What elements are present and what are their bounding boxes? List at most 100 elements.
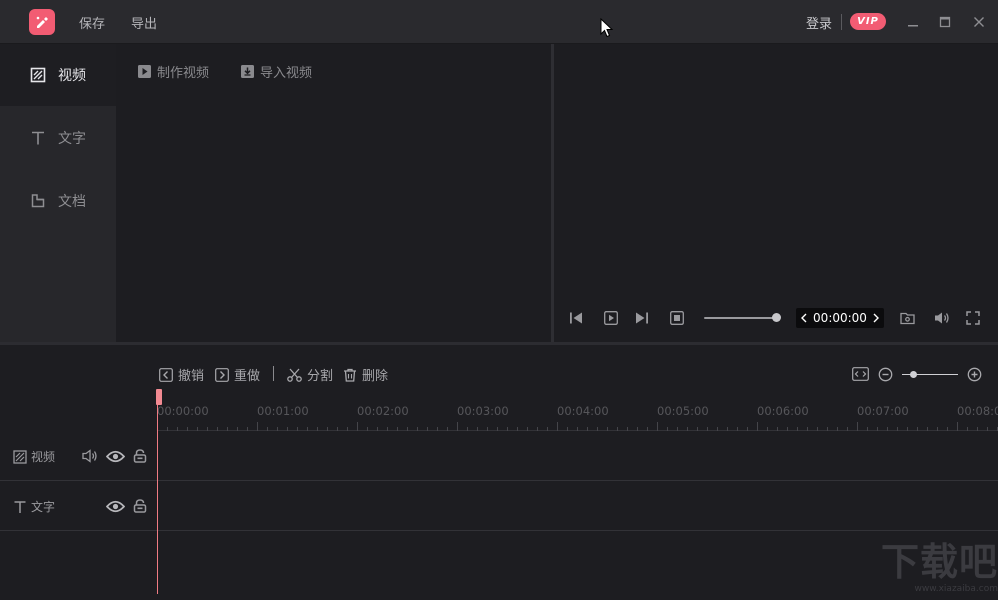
vip-badge[interactable]: VIP: [850, 13, 886, 30]
volume-button[interactable]: [933, 309, 951, 327]
track-label-video: 视频: [13, 448, 55, 465]
playback-progress-handle[interactable]: [772, 313, 781, 322]
eye-icon: [105, 500, 125, 512]
skip-forward-button[interactable]: [633, 309, 651, 327]
undo-icon: [159, 367, 173, 382]
import-icon: [241, 65, 254, 78]
timecode-text: 00:00:00: [813, 311, 867, 325]
skip-back-button[interactable]: [567, 309, 585, 327]
zoom-in-icon: [967, 367, 981, 381]
stop-button[interactable]: [668, 309, 686, 327]
toolbar-divider: [273, 366, 274, 381]
maximize-icon: [939, 16, 951, 28]
delete-label: 删除: [362, 369, 389, 384]
volume-icon: [935, 312, 949, 324]
make-video-label: 制作视频: [157, 66, 210, 81]
folder-icon: [899, 312, 915, 325]
chevron-right-icon[interactable]: [872, 313, 880, 323]
document-icon: [31, 194, 45, 208]
maximize-button[interactable]: [935, 12, 955, 32]
ruler-tick-label: 00:00:00: [157, 404, 209, 418]
playback-progress-bar[interactable]: [704, 317, 776, 319]
trash-icon: [344, 368, 356, 382]
media-panel: [116, 44, 551, 342]
ruler-tick-label: 00:07:00: [857, 404, 909, 418]
watermark-url: www.xiazaiba.com: [914, 584, 998, 594]
split-button[interactable]: 分割: [287, 365, 333, 384]
login-link[interactable]: 登录: [806, 13, 832, 32]
timecode-display: 00:00:00: [796, 308, 884, 328]
minimize-button[interactable]: [903, 12, 923, 32]
text-track-icon: [14, 500, 26, 513]
playhead-handle[interactable]: [156, 389, 162, 405]
unlock-icon: [133, 499, 147, 513]
split-label: 分割: [307, 369, 334, 384]
track-lock-button[interactable]: [131, 497, 149, 515]
unlock-icon: [133, 449, 147, 463]
undo-label: 撤销: [178, 369, 205, 384]
sidebar-item-label: 文字: [58, 131, 86, 147]
preview-panel: [554, 44, 998, 342]
stop-icon: [670, 311, 684, 325]
track-name: 视频: [31, 450, 56, 464]
make-video-button[interactable]: 制作视频: [138, 62, 209, 81]
skip-back-icon: [570, 312, 582, 324]
ruler-ticks: [157, 422, 998, 431]
video-icon: [30, 67, 46, 83]
menu-save[interactable]: 保存: [79, 13, 105, 32]
ruler-tick-label: 00:03:00: [457, 404, 509, 418]
track-mute-button[interactable]: [81, 447, 99, 465]
close-icon: [974, 17, 984, 27]
redo-label: 重做: [234, 369, 261, 384]
play-button[interactable]: [602, 309, 620, 327]
zoom-slider-handle[interactable]: [910, 371, 917, 378]
play-square-icon: [138, 65, 151, 78]
redo-icon: [215, 367, 229, 382]
skip-forward-icon: [636, 312, 648, 324]
ruler-tick-label: 00:05:00: [657, 404, 709, 418]
title-divider: [841, 14, 842, 30]
track-visibility-button[interactable]: [105, 447, 125, 465]
zoom-out-icon: [878, 367, 892, 381]
watermark: 下载吧 www.xiazaiba.com: [858, 540, 998, 600]
fit-timeline-button[interactable]: [851, 366, 869, 382]
panel-splitter-horizontal[interactable]: [0, 342, 998, 345]
ruler-tick-label: 00:06:00: [757, 404, 809, 418]
video-track-icon: [13, 449, 27, 464]
snapshot-button[interactable]: [898, 309, 916, 327]
scissors-icon: [287, 368, 302, 382]
fullscreen-icon: [966, 311, 980, 325]
track-row-video[interactable]: [0, 431, 998, 481]
ruler-tick-label: 00:02:00: [357, 404, 409, 418]
close-button[interactable]: [969, 12, 989, 32]
menu-export[interactable]: 导出: [131, 13, 157, 32]
sidebar-item-label: 视频: [58, 68, 86, 84]
zoom-in-button[interactable]: [965, 366, 983, 382]
minimize-icon: [908, 25, 918, 27]
chevron-left-icon[interactable]: [800, 313, 808, 323]
playhead-line: [157, 392, 158, 594]
redo-button[interactable]: 重做: [215, 365, 260, 384]
ruler-tick-label: 00:04:00: [557, 404, 609, 418]
fullscreen-button[interactable]: [964, 309, 982, 327]
delete-button[interactable]: 删除: [343, 365, 388, 384]
mouse-cursor-icon: [600, 18, 614, 38]
eye-icon: [105, 450, 125, 462]
sidebar-item-video[interactable]: 视频: [0, 44, 116, 106]
track-row-text[interactable]: [0, 481, 998, 531]
ruler-tick-label: 00:01:00: [257, 404, 309, 418]
import-video-button[interactable]: 导入视频: [241, 62, 312, 81]
sidebar-item-document[interactable]: 文档: [0, 170, 116, 232]
sidebar-item-text[interactable]: 文字: [0, 107, 116, 169]
track-label-text: 文字: [13, 498, 55, 515]
track-visibility-button[interactable]: [105, 497, 125, 515]
play-icon: [604, 311, 618, 325]
track-name: 文字: [31, 500, 56, 514]
zoom-out-button[interactable]: [876, 366, 894, 382]
import-video-label: 导入视频: [260, 66, 313, 81]
app-logo-icon: [29, 9, 55, 35]
track-lock-button[interactable]: [131, 447, 149, 465]
speaker-icon: [82, 449, 97, 463]
undo-button[interactable]: 撤销: [159, 365, 204, 384]
ruler-tick-label: 00:08:00: [957, 404, 998, 418]
